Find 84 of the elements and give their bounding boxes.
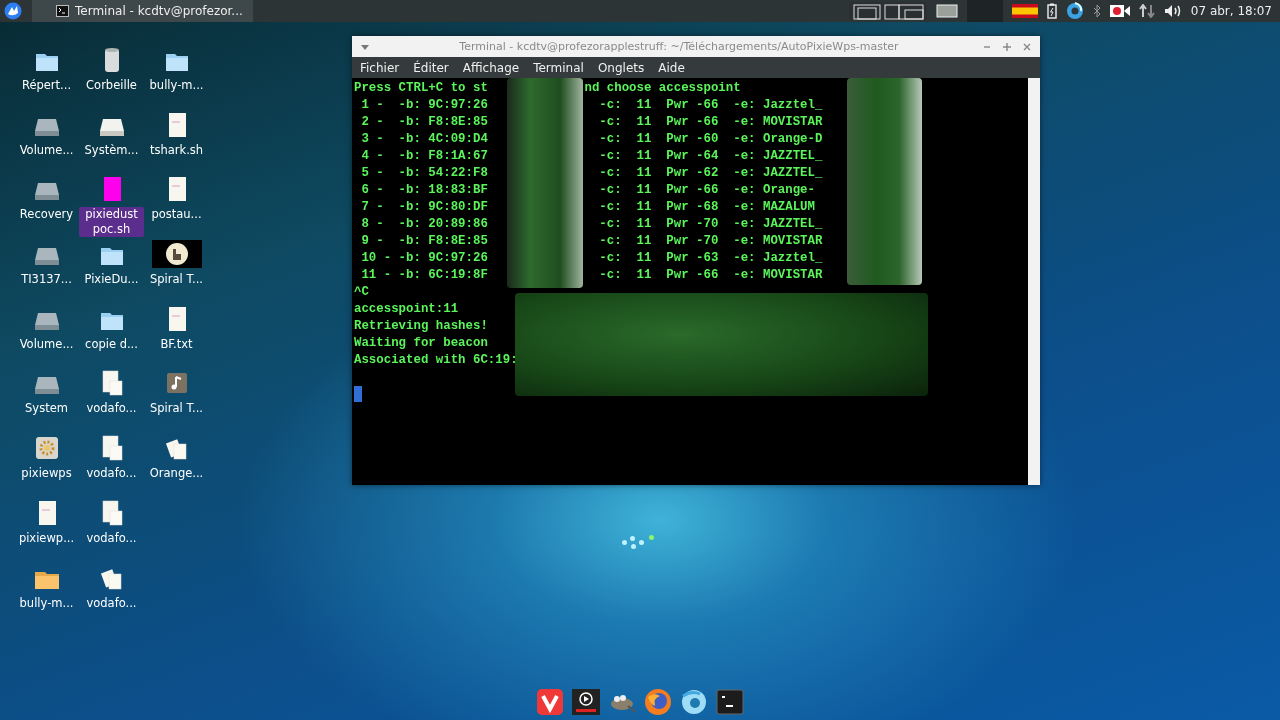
desktop-icon-label[interactable]: PixieDu... [82,272,141,288]
desktop-icon-label[interactable]: vodafo... [84,401,139,417]
terminal-text: 9 - -b: F8:8E:85 [360,233,489,250]
text-cursor [354,386,362,402]
desktop-icon-label[interactable]: vodafo... [84,595,139,611]
desktop-icon-label[interactable]: pixiedust poc.sh [79,207,144,238]
desktop-icon-label[interactable]: Répert... [19,78,74,93]
window-menu-icon[interactable] [360,42,370,51]
desktop-icon-label[interactable]: Volume... [17,142,76,158]
terminal-text: -c: 11 Pwr -66 -e: MOVISTAR [599,268,823,282]
fox-globe-icon[interactable] [644,688,672,716]
terminal-text: 6 - -b: 18:83:BF [360,182,489,199]
terminal-text: 10 - -b: 9C:97:26 [360,250,489,267]
menu-item[interactable]: Terminal [526,60,591,75]
terminal-icon[interactable] [716,688,744,716]
terminal-text: 5 - -b: 54:22:F8 [360,165,489,182]
clock[interactable]: 07 abr, 18:07 [1190,4,1272,18]
terminal-text: nd choose accesspoint [584,81,741,95]
maximize-icon[interactable] [1002,41,1012,52]
panel-slot [966,0,1003,22]
desktop-icon-label[interactable]: Corbeille [84,78,139,93]
terminal-text: Press CTRL+C to st [354,80,489,97]
terminal-text: -c: 11 Pwr -60 -e: Orange-D [599,132,823,146]
terminal-text: -c: 11 Pwr -68 -e: MAZALUM [599,200,815,214]
network-arrows-icon[interactable] [1138,4,1155,18]
desktop-icon-label[interactable]: bully-m... [17,595,76,611]
desktop-icon-label[interactable]: TI3137... [19,272,74,288]
desktop-icon-label[interactable]: Spiral T... [147,272,206,288]
battery-icon [1046,3,1057,19]
desktop-icon-label[interactable]: vodafo... [84,466,139,482]
window-title: Terminal - kcdtv@profezorapplestruff: ~/Téléchargements/AutoPixieWps-master [458,40,900,53]
terminal-text: 8 - -b: 20:89:86 [360,216,489,233]
terminal-text: 4 - -b: F8:1A:67 [360,148,489,165]
terminal-text: -c: 11 Pwr -70 -e: MOVISTAR [599,234,823,248]
terminal-text: 11 - -b: 6C:19:8F [360,267,489,284]
terminal-text: -c: 11 Pwr -63 -e: Jazztel_ [599,251,823,265]
terminal-text: -c: 11 Pwr -66 -e: MOVISTAR [599,115,823,129]
terminal-text: 3 - -b: 4C:09:D4 [360,131,489,148]
menu-item[interactable]: Éditer [406,60,456,75]
desktop-icon-label[interactable]: tshark.sh [147,142,206,158]
terminal-text: Retrieving hashes! [354,319,488,333]
menu-item[interactable]: Affichage [455,60,527,75]
desktop-icon-label[interactable]: postau... [149,207,204,223]
media-player-icon[interactable] [572,688,600,716]
loading-spinner-icon [622,534,656,550]
desktop-icon-label[interactable]: Orange... [147,466,206,482]
taskbar-button[interactable]: Terminal - kcdtv@profezor... [32,0,253,22]
swirl-icon[interactable] [680,688,708,716]
desktop-icon-label[interactable]: pixiewp... [16,530,77,546]
desktop-icon-label[interactable]: copie d... [83,336,140,352]
terminal-text: 1 - -b: 9C:97:26 [360,97,489,114]
window-thumbnail-icon[interactable] [935,4,958,18]
terminal-text: 2 - -b: F8:8E:85 [360,114,489,131]
network-manager-icon[interactable] [1065,2,1084,20]
terminal-text: 7 - -b: 9C:80:DF [360,199,489,216]
desktop-icon-label[interactable]: BF.txt [158,336,195,352]
screen-recorder-icon[interactable] [1109,4,1130,18]
terminal-text: Waiting for beacon [354,336,488,350]
terminal-icon [56,5,69,17]
menu-item[interactable]: Fichier [352,60,407,75]
terminal-text: -c: 11 Pwr -66 -e: Jazztel_ [599,98,823,112]
terminal-text: -c: 11 Pwr -66 -e: Orange- [599,183,815,197]
desktop-icon-label[interactable]: System [23,401,70,417]
terminal-text: accesspoint:11 [354,302,459,316]
desktop-icon-label[interactable]: pixiewps [19,466,74,482]
desktop-icon-label[interactable]: vodafo... [84,530,139,546]
terminal-text: -c: 11 Pwr -62 -e: JAZZTEL_ [599,166,823,180]
desktop-icon-label[interactable]: Systèm... [82,142,141,158]
desktop-icon-label[interactable]: Spiral T... [147,401,206,417]
menu-logo-icon[interactable] [4,2,22,20]
menu-item[interactable]: Onglets [590,60,652,75]
terminal-text: Associated with 6C:19: [354,353,518,367]
desktop-icon-label[interactable]: bully-m... [147,78,206,93]
menu-item[interactable]: Aide [651,60,692,75]
terminal-text: -c: 11 Pwr -70 -e: JAZZTEL_ [599,217,823,231]
terminal-text: -c: 11 Pwr -64 -e: JAZZTEL_ [599,149,823,163]
volume-icon[interactable] [1163,4,1182,18]
desktop-icon-label[interactable]: Recovery [17,207,76,223]
spain-flag-icon [1011,4,1038,18]
browser-icon[interactable] [536,688,564,716]
bluetooth-icon[interactable] [1092,4,1101,18]
terminal-text: ^C [354,285,369,299]
desktop-icon-label[interactable]: Volume... [17,336,76,352]
close-icon[interactable] [1022,41,1032,52]
